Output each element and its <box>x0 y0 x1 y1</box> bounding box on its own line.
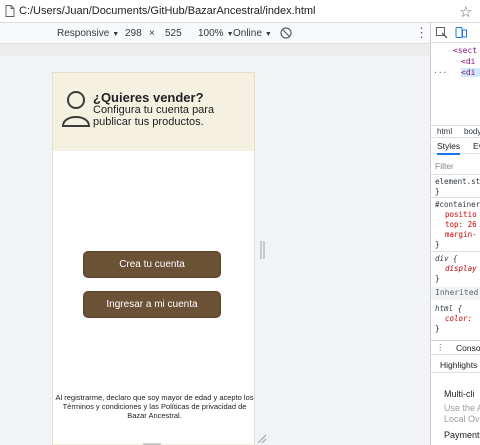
dom-node[interactable]: <di <box>461 57 475 66</box>
devtools-panel: <sect <di <di ··· html body Styles Ev Fi… <box>430 23 480 445</box>
rule-brace: } <box>435 324 440 333</box>
chevron-down-icon: ▼ <box>112 31 120 38</box>
rotate-icon[interactable] <box>279 26 293 40</box>
inherited-header: Inherited fro <box>431 287 480 300</box>
highlight-item-title[interactable]: Multi-cli <box>444 389 475 399</box>
address-bar: C:/Users/Juan/Documents/GitHub/BazarAnce… <box>0 0 480 23</box>
url-text[interactable]: C:/Users/Juan/Documents/GitHub/BazarAnce… <box>19 5 316 17</box>
tab-highlights[interactable]: Highlights <box>440 360 477 370</box>
breadcrumb-html[interactable]: html <box>437 127 452 136</box>
rule-brace: } <box>435 240 440 249</box>
resize-handle-right-icon[interactable] <box>260 241 265 259</box>
device-toolbar: Responsive ▼ 298 × 525 100% ▼ Online ▼ ⋮ <box>0 23 430 44</box>
media-query-bar <box>0 44 430 56</box>
breadcrumb: html body <box>431 125 480 138</box>
dom-node-selected[interactable]: <di <box>461 68 480 77</box>
css-property[interactable]: positio <box>445 210 477 219</box>
dimension-separator: × <box>149 28 155 39</box>
throttle-label: Online <box>233 28 262 39</box>
tab-styles[interactable]: Styles <box>437 141 461 155</box>
chevron-down-icon: ▼ <box>264 31 272 38</box>
console-drawer-bar[interactable]: ⋮ Conso <box>431 340 480 355</box>
page-viewport: Responsive ▼ 298 × 525 100% ▼ Online ▼ ⋮ ¿Q… <box>0 23 430 445</box>
rule-brace: } <box>435 187 440 196</box>
dom-tree: <sect <di <di ··· <box>431 43 480 125</box>
banner-title: ¿Quieres vender? <box>93 90 204 105</box>
more-options-icon[interactable]: ⋮ <box>415 25 428 41</box>
height-input[interactable]: 525 <box>165 28 182 39</box>
inspect-icon[interactable] <box>436 27 448 39</box>
styles-filter-input[interactable]: Filter <box>435 161 454 171</box>
banner-subtitle: Configura tu cuenta para publicar tus pr… <box>93 104 215 128</box>
mobile-page: ¿Quieres vender? Configura tu cuenta par… <box>52 72 255 445</box>
rule-selector: html { <box>435 304 463 313</box>
tab-event-listeners[interactable]: Ev <box>473 141 480 151</box>
seller-banner: ¿Quieres vender? Configura tu cuenta par… <box>53 73 254 151</box>
rule-brace: } <box>435 274 440 283</box>
throttle-select[interactable]: Online ▼ <box>233 28 272 39</box>
divider <box>431 197 480 198</box>
create-account-button[interactable]: Crea tu cuenta <box>83 251 221 278</box>
css-property: color: <box>445 314 473 323</box>
zoom-label: 100% <box>198 28 224 39</box>
dom-node[interactable]: <sect <box>453 46 477 55</box>
highlight-item-text: Use the A <box>444 403 480 413</box>
bookmark-star-icon[interactable]: ☆ <box>459 3 472 21</box>
devtools-toolbar <box>431 23 480 43</box>
legal-disclaimer: Al registrarme, declaro que soy mayor de… <box>55 393 254 420</box>
inherited-label: Inherited fro <box>435 288 480 297</box>
rule-selector: div { <box>435 254 458 263</box>
css-property[interactable]: top: 26 <box>445 220 477 229</box>
rule-selector[interactable]: #container <box>435 200 480 209</box>
css-property: display <box>445 264 477 273</box>
css-property[interactable]: margin- <box>445 230 477 239</box>
whats-new-tabs: Highlights <box>431 358 480 373</box>
width-input[interactable]: 298 <box>125 28 142 39</box>
tab-console[interactable]: Conso <box>456 343 480 353</box>
divider <box>431 251 480 252</box>
file-icon <box>3 4 17 18</box>
device-select-label: Responsive <box>57 28 110 39</box>
ellipsis-icon: ··· <box>433 68 448 77</box>
breadcrumb-body[interactable]: body <box>464 127 480 136</box>
resize-corner-icon[interactable] <box>257 431 267 444</box>
zoom-select[interactable]: 100% ▼ <box>198 28 234 39</box>
resize-handle-bottom-icon[interactable] <box>143 435 161 445</box>
highlight-item-text: Local Ove <box>444 414 480 424</box>
login-button[interactable]: Ingresar a mi cuenta <box>83 291 221 318</box>
styles-tabs: Styles Ev <box>431 139 480 155</box>
device-toggle-icon[interactable] <box>455 27 467 39</box>
divider <box>431 174 480 175</box>
user-icon <box>61 90 91 128</box>
drawer-menu-icon[interactable]: ⋮ <box>436 342 445 353</box>
device-select[interactable]: Responsive ▼ <box>57 28 119 39</box>
rule-selector[interactable]: element.st <box>435 177 480 186</box>
highlight-item-title[interactable]: Payment <box>444 430 480 440</box>
